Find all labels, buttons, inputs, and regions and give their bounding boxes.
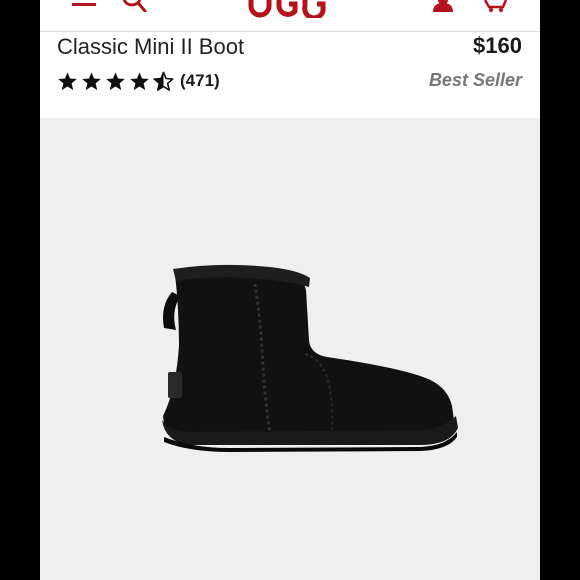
account-icon[interactable] bbox=[430, 0, 456, 12]
product-image-area[interactable] bbox=[40, 118, 540, 580]
product-price: $160 bbox=[473, 33, 522, 58]
star-full-icon bbox=[58, 71, 77, 90]
cart-icon[interactable] bbox=[483, 0, 509, 12]
product-title: Classic Mini II Boot bbox=[57, 34, 245, 59]
product-page: Classic Mini II Boot $160 (471) Best Sel… bbox=[40, 0, 540, 580]
star-full-icon bbox=[82, 71, 101, 90]
header-divider bbox=[40, 31, 540, 32]
product-rating[interactable]: (471) bbox=[57, 69, 220, 93]
review-count[interactable]: (471) bbox=[180, 71, 220, 91]
product-image-boot[interactable] bbox=[120, 254, 465, 466]
site-header bbox=[40, 0, 540, 31]
menu-icon[interactable] bbox=[70, 0, 98, 10]
star-half-icon bbox=[153, 71, 174, 91]
search-icon[interactable] bbox=[120, 0, 148, 12]
star-rating bbox=[57, 71, 177, 92]
star-full-icon bbox=[106, 71, 125, 90]
best-seller-badge: Best Seller bbox=[428, 70, 522, 90]
ugg-logo[interactable] bbox=[245, 0, 335, 18]
star-full-icon bbox=[130, 71, 149, 90]
